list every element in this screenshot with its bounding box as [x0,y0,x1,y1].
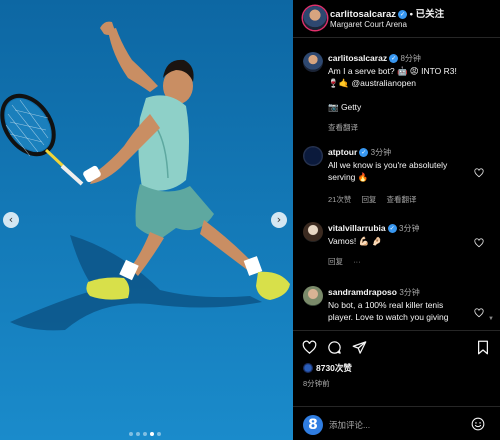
comment-line: Am I a serve bot? 🤖 😡 INTO R3! [328,66,457,76]
previous-image-button[interactable]: ‹ [3,212,19,228]
comment-actions: 回复 ··· [328,256,369,267]
comment-time: 3分钟 [399,224,420,233]
post-side-panel: carlitosalcaraz ✓ • 已关注 Margaret Court Ar… [293,0,500,440]
current-user-avatar: 8 [303,415,323,435]
comment-username[interactable]: vitalvillarrubia [328,223,386,233]
comment-username[interactable]: atptour [328,147,357,157]
carousel-dot-active [150,432,154,436]
comment-line: Vamos! 💪🏻 🤌🏻 [328,236,383,246]
reply-link[interactable]: 回复 [328,257,343,266]
verified-icon: ✓ [359,148,369,157]
carousel-dot [129,432,133,436]
comment-likes[interactable]: 21次赞 [328,195,351,204]
verified-icon: ✓ [387,224,397,233]
likes-summary[interactable]: 8730次赞 [303,362,352,374]
comment-line: No bot, a 100% real killer tenis [328,300,444,310]
comment-line: 📷 Getty [328,102,362,112]
emoji-icon[interactable] [471,417,485,431]
author-username[interactable]: carlitosalcaraz [330,9,396,20]
comment-text: vitalvillarrubia ✓ 3分钟 Vamos! 💪🏻 🤌🏻 [328,222,478,247]
post-timestamp: 8分钟前 [303,379,330,388]
comment-actions: 查看翻译 [328,122,366,133]
reply-link[interactable]: 回复 [361,195,376,204]
carousel-dot [136,432,140,436]
more-options-icon[interactable]: ··· [353,257,361,266]
comment-text: atptour ✓ 3分钟 All we know is you're absol… [328,146,478,183]
carousel-dots [129,432,161,436]
see-translation-link[interactable]: 查看翻译 [328,123,358,132]
commenter-avatar[interactable] [303,146,323,166]
verified-icon: ✓ [398,10,408,19]
save-bookmark-icon[interactable] [476,340,490,355]
share-send-icon[interactable] [352,340,367,355]
like-comment-icon[interactable] [474,308,484,318]
separator: • [409,9,413,20]
comment-username[interactable]: carlitosalcaraz [328,53,387,63]
post-header: carlitosalcaraz ✓ • 已关注 Margaret Court Ar… [293,0,500,38]
post-image[interactable]: ‹ › [0,0,293,440]
comment-actions: 21次赞 回复 查看翻译 [328,194,425,205]
comment-time: 3分钟 [399,288,420,297]
comment-line: player. Love to watch you giving [328,312,449,322]
commenter-avatar[interactable] [303,222,323,242]
verified-icon: ✓ [389,54,399,63]
tennis-player-photo [0,0,293,440]
comment-composer: 8 [293,406,500,440]
scroll-down-arrow-icon[interactable]: ▼ [488,316,494,322]
author-avatar[interactable] [303,52,323,72]
like-heart-icon[interactable] [302,340,317,355]
comment-time: 3分钟 [370,148,392,157]
carousel-dot [157,432,161,436]
liker-avatar [303,363,313,373]
comment-bubble-icon[interactable] [327,340,342,355]
carousel-dot [143,432,147,436]
comment-line: serving 🔥 [328,172,369,182]
likes-count[interactable]: 8730次赞 [316,362,352,374]
following-button[interactable]: 已关注 [416,9,445,20]
commenter-avatar[interactable] [303,286,323,306]
caption-text: carlitosalcaraz ✓ 8分钟 Am I a serve bot? 🤖… [328,52,478,113]
action-bar [293,330,500,360]
see-translation-link[interactable]: 查看翻译 [387,195,417,204]
like-comment-icon[interactable] [474,168,484,178]
next-image-button[interactable]: › [271,212,287,228]
comment-list[interactable]: carlitosalcaraz ✓ 8分钟 Am I a serve bot? 🤖… [293,46,500,326]
comment-line: All we know is you're absolutely [328,160,448,170]
comment-text: sandramdraposo 3分钟 No bot, a 100% real k… [328,286,478,323]
author-avatar[interactable] [303,6,327,30]
like-comment-icon[interactable] [474,238,484,248]
author-line: carlitosalcaraz ✓ • 已关注 [330,6,444,20]
comment-username[interactable]: sandramdraposo [328,287,397,297]
location-link[interactable]: Margaret Court Arena [330,20,407,29]
comment-line: 🍷🤙 @australianopen [328,78,416,88]
add-comment-input[interactable] [329,417,459,433]
comment-time: 8分钟 [400,54,421,63]
